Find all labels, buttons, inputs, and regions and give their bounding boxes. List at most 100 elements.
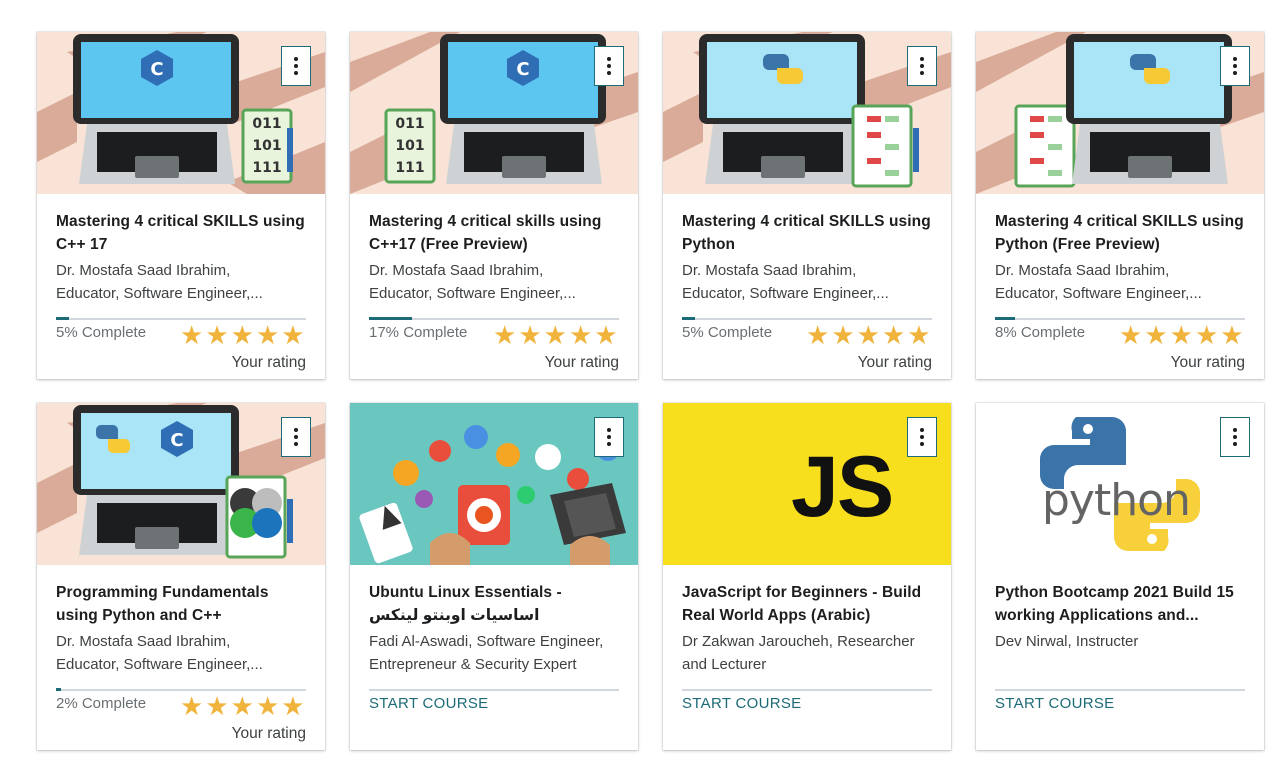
star-icon[interactable]: ★ xyxy=(857,322,880,350)
progress-label: 5% Complete xyxy=(56,324,147,341)
star-icon[interactable]: ★ xyxy=(806,322,829,350)
star-rating[interactable]: ★ ★ ★ ★ ★ xyxy=(806,322,931,350)
course-menu-button[interactable] xyxy=(907,417,937,457)
svg-text:C: C xyxy=(150,59,163,80)
dot-icon xyxy=(920,64,924,68)
star-icon[interactable]: ★ xyxy=(1195,322,1218,350)
your-rating-label: Your rating xyxy=(857,354,932,371)
star-icon[interactable]: ★ xyxy=(180,693,203,721)
star-icon[interactable]: ★ xyxy=(518,322,541,350)
dot-icon xyxy=(607,64,611,68)
course-menu-button[interactable] xyxy=(1220,417,1250,457)
star-icon[interactable]: ★ xyxy=(180,322,203,350)
course-title[interactable]: Mastering 4 critical SKILLS using Python xyxy=(682,210,938,256)
star-icon[interactable]: ★ xyxy=(1119,322,1142,350)
progress-bar-fill xyxy=(56,317,69,320)
svg-text:101: 101 xyxy=(395,138,424,154)
start-course-link[interactable]: START COURSE xyxy=(682,695,801,712)
course-menu-button[interactable] xyxy=(907,46,937,86)
start-course-link[interactable]: START COURSE xyxy=(995,695,1114,712)
start-course-link[interactable]: START COURSE xyxy=(369,695,488,712)
star-icon[interactable]: ★ xyxy=(1220,322,1243,350)
course-title[interactable]: Mastering 4 critical SKILLS using Python… xyxy=(995,210,1251,256)
progress-divider xyxy=(995,689,1245,691)
course-menu-button[interactable] xyxy=(1220,46,1250,86)
progress-label: 8% Complete xyxy=(995,324,1086,341)
star-icon[interactable]: ★ xyxy=(231,693,254,721)
course-title[interactable]: Python Bootcamp 2021 Build 15 working Ap… xyxy=(995,581,1251,627)
dot-icon xyxy=(920,428,924,432)
progress-label: 2% Complete xyxy=(56,695,147,712)
course-card[interactable]: 011 101 111 C Mastering 4 critical skill… xyxy=(350,32,638,379)
star-icon[interactable]: ★ xyxy=(231,322,254,350)
star-icon[interactable]: ★ xyxy=(569,322,592,350)
star-icon[interactable]: ★ xyxy=(544,322,567,350)
dot-icon xyxy=(1233,435,1237,439)
javascript-logo-text: JS xyxy=(791,439,894,535)
course-menu-button[interactable] xyxy=(594,417,624,457)
svg-text:C: C xyxy=(516,59,529,80)
course-card[interactable]: C Programming Fundamentals using Python … xyxy=(37,403,325,750)
your-rating-label: Your rating xyxy=(231,354,306,371)
star-icon[interactable]: ★ xyxy=(205,322,228,350)
your-rating-label: Your rating xyxy=(1170,354,1245,371)
course-menu-button[interactable] xyxy=(281,46,311,86)
dot-icon xyxy=(607,428,611,432)
progress-bar xyxy=(995,317,1245,320)
star-icon[interactable]: ★ xyxy=(1170,322,1193,350)
course-card[interactable]: JS JavaScript for Beginners - Build Real… xyxy=(663,403,951,750)
svg-text:101: 101 xyxy=(252,138,281,154)
dot-icon xyxy=(607,435,611,439)
course-author: Dr. Mostafa Saad Ibrahim, Educator, Softw… xyxy=(369,262,576,302)
course-title[interactable]: JavaScript for Beginners - Build Real Wo… xyxy=(682,581,938,627)
star-icon[interactable]: ★ xyxy=(205,693,228,721)
svg-text:111: 111 xyxy=(252,160,281,176)
star-icon[interactable]: ★ xyxy=(281,693,304,721)
progress-divider xyxy=(369,689,619,691)
star-icon[interactable]: ★ xyxy=(831,322,854,350)
dot-icon xyxy=(1233,64,1237,68)
course-menu-button[interactable] xyxy=(594,46,624,86)
course-card[interactable]: python Python Bootcamp 2021 Build 15 wor… xyxy=(976,403,1264,750)
course-card[interactable]: Ubuntu Linux Essentials - اساسيات اوبنتو… xyxy=(350,403,638,750)
course-card[interactable]: C 011 101 111 Mastering 4 critical SKILL… xyxy=(37,32,325,379)
course-author: Dr. Mostafa Saad Ibrahim, Educator, Softw… xyxy=(682,262,889,302)
star-icon[interactable]: ★ xyxy=(256,693,279,721)
progress-bar-fill xyxy=(369,317,412,320)
star-icon[interactable]: ★ xyxy=(493,322,516,350)
course-title[interactable]: Programming Fundamentals using Python an… xyxy=(56,581,312,627)
course-title[interactable]: Mastering 4 critical SKILLS using C++ 17 xyxy=(56,210,312,256)
progress-label: 17% Complete xyxy=(369,324,468,341)
course-title[interactable]: Ubuntu Linux Essentials - اساسيات اوبنتو… xyxy=(369,581,625,627)
star-icon[interactable]: ★ xyxy=(594,322,617,350)
dot-icon xyxy=(920,57,924,61)
star-icon[interactable]: ★ xyxy=(281,322,304,350)
progress-divider xyxy=(682,689,932,691)
progress-bar xyxy=(56,317,306,320)
star-icon[interactable]: ★ xyxy=(907,322,930,350)
dot-icon xyxy=(1233,442,1237,446)
dot-icon xyxy=(294,71,298,75)
star-icon[interactable]: ★ xyxy=(882,322,905,350)
course-author: Dev Nirwal, Instructer xyxy=(995,633,1139,650)
dot-icon xyxy=(1233,57,1237,61)
course-card[interactable]: Mastering 4 critical SKILLS using Python… xyxy=(976,32,1264,379)
course-card[interactable]: Mastering 4 critical SKILLS using Python… xyxy=(663,32,951,379)
course-menu-button[interactable] xyxy=(281,417,311,457)
progress-bar-fill xyxy=(682,317,695,320)
star-rating[interactable]: ★ ★ ★ ★ ★ xyxy=(180,322,305,350)
course-title[interactable]: Mastering 4 critical skills using C++17 … xyxy=(369,210,625,256)
star-rating[interactable]: ★ ★ ★ ★ ★ xyxy=(1119,322,1244,350)
star-icon[interactable]: ★ xyxy=(256,322,279,350)
star-icon[interactable]: ★ xyxy=(1144,322,1167,350)
progress-bar xyxy=(682,317,932,320)
svg-text:011: 011 xyxy=(252,116,281,132)
star-rating[interactable]: ★ ★ ★ ★ ★ xyxy=(493,322,618,350)
dot-icon xyxy=(607,71,611,75)
dot-icon xyxy=(294,64,298,68)
star-rating[interactable]: ★ ★ ★ ★ ★ xyxy=(180,693,305,721)
your-rating-label: Your rating xyxy=(544,354,619,371)
dot-icon xyxy=(1233,71,1237,75)
dot-icon xyxy=(920,435,924,439)
dot-icon xyxy=(607,442,611,446)
